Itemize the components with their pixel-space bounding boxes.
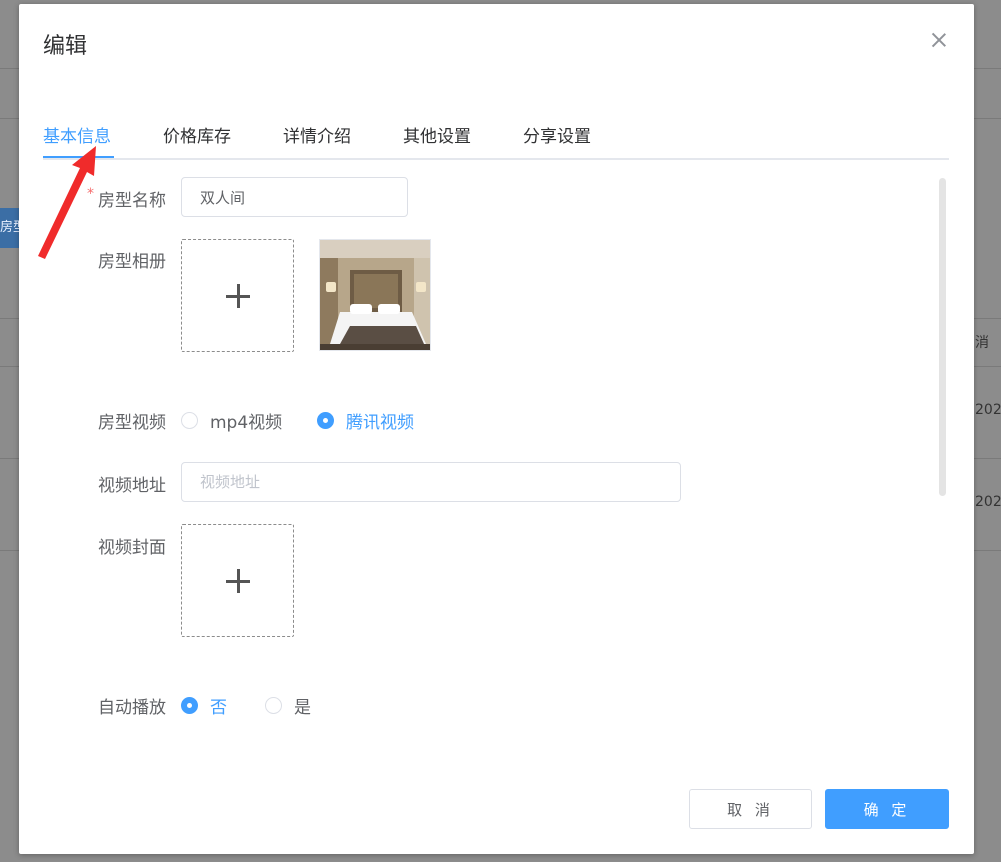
radio-circle: [265, 697, 282, 714]
album-upload-button[interactable]: [181, 239, 294, 352]
room-name-input[interactable]: [181, 177, 408, 217]
autoplay-label: 自动播放: [98, 698, 166, 718]
radio-mp4-video[interactable]: mp4视频: [181, 408, 282, 433]
video-type-label: 房型视频: [98, 413, 166, 433]
bedroom-photo: [320, 240, 430, 350]
annotation-arrow-icon: [38, 146, 96, 259]
radio-label: 否: [210, 698, 227, 718]
video-cover-upload-button[interactable]: [181, 524, 294, 637]
video-url-label: 视频地址: [98, 476, 166, 496]
bg-cell-text: 202: [975, 494, 1001, 510]
radio-circle-checked: [317, 412, 334, 429]
tab-price-stock[interactable]: 价格库存: [163, 122, 231, 147]
radio-autoplay-yes[interactable]: 是: [265, 693, 311, 718]
tab-bar: 基本信息 价格库存 详情介绍 其他设置 分享设置: [43, 112, 949, 160]
cancel-button[interactable]: 取 消: [689, 789, 812, 829]
video-cover-label: 视频封面: [98, 538, 166, 558]
dialog-title: 编辑: [43, 34, 88, 59]
radio-circle: [181, 412, 198, 429]
radio-label: 是: [294, 698, 311, 718]
plus-icon: [226, 284, 250, 308]
scrollbar[interactable]: [939, 178, 946, 496]
album-photo-thumbnail[interactable]: [319, 239, 431, 351]
radio-label: 腾讯视频: [346, 413, 414, 433]
plus-icon: [226, 569, 250, 593]
radio-label: mp4视频: [210, 413, 283, 433]
radio-circle-checked: [181, 697, 198, 714]
confirm-button[interactable]: 确 定: [825, 789, 949, 829]
video-url-input[interactable]: [181, 462, 681, 502]
bg-header-text: 消: [975, 335, 989, 351]
radio-autoplay-no[interactable]: 否: [181, 693, 227, 718]
tab-other-settings[interactable]: 其他设置: [403, 122, 471, 147]
tab-share-settings[interactable]: 分享设置: [523, 122, 591, 147]
close-icon[interactable]: [928, 29, 950, 51]
radio-tencent-video[interactable]: 腾讯视频: [317, 408, 414, 433]
tab-details[interactable]: 详情介绍: [283, 122, 351, 147]
edit-dialog: 编辑 基本信息 价格库存 详情介绍 其他设置 分享设置 * 房型名称 房型相册: [19, 4, 974, 854]
bg-cell-text: 202: [975, 402, 1001, 418]
